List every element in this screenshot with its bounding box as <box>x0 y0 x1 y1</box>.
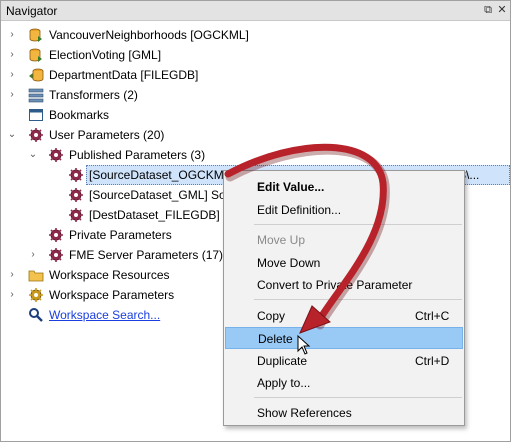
tree-item-label: Private Parameters <box>69 228 172 242</box>
reader-dataset-icon <box>29 28 42 42</box>
menu-item-show-references[interactable]: Show References <box>225 402 463 424</box>
tree-item-label: ElectionVoting [GML] <box>49 48 162 62</box>
menu-item-label: Edit Value... <box>257 180 325 194</box>
search-icon <box>29 308 43 322</box>
resources-icon <box>28 270 44 282</box>
menu-separator <box>254 224 462 225</box>
tree-item-user-parameters[interactable]: ⌄ User Parameters (20) <box>1 125 510 145</box>
tree-item-transformers[interactable]: › Transformers (2) <box>1 85 510 105</box>
menu-item-delete[interactable]: Delete <box>225 327 463 349</box>
parameters-gear-icon <box>69 208 83 222</box>
chevron-right-icon[interactable]: › <box>7 65 17 85</box>
tree-item-label: User Parameters (20) <box>49 128 165 142</box>
tree-item-bookmarks[interactable]: Bookmarks <box>1 105 510 125</box>
menu-item-copy[interactable]: Copy Ctrl+C <box>225 305 463 327</box>
tree-item-label: FME Server Parameters (17) <box>69 248 224 262</box>
tree-item-label: Workspace Resources <box>49 268 170 282</box>
menu-item-convert-to-private[interactable]: Convert to Private Parameter <box>225 274 463 296</box>
tree-item-writer-filegdb[interactable]: › DepartmentData [FILEGDB] <box>1 65 510 85</box>
bookmarks-icon <box>29 109 43 121</box>
parameters-gear-icon <box>49 248 63 262</box>
writer-dataset-icon <box>29 68 44 82</box>
close-icon[interactable]: ✕ <box>495 3 509 17</box>
parameters-gear-icon <box>29 128 43 142</box>
menu-item-label: Move Down <box>257 256 321 270</box>
tree-item-label: VancouverNeighborhoods [OGCKML] <box>49 28 249 42</box>
menu-item-label: Move Up <box>257 233 306 247</box>
menu-item-shortcut: Ctrl+D <box>415 354 450 368</box>
navigator-titlebar: Navigator ⧉ ✕ <box>1 1 510 21</box>
chevron-down-icon[interactable]: ⌄ <box>28 145 38 165</box>
parameters-gear-icon <box>49 148 63 162</box>
menu-item-label: Apply to... <box>257 376 311 390</box>
menu-item-label: Delete <box>258 332 293 346</box>
parameters-gear-icon <box>69 168 83 182</box>
tree-item-label: DepartmentData [FILEGDB] <box>49 68 199 82</box>
context-menu: Edit Value... Edit Definition... Move Up… <box>223 170 465 426</box>
menu-item-apply-to[interactable]: Apply to... <box>225 372 463 394</box>
parameters-gear-icon <box>29 288 43 302</box>
menu-item-shortcut: Ctrl+C <box>415 309 450 323</box>
transformers-icon <box>28 88 44 103</box>
chevron-right-icon[interactable]: › <box>7 85 17 105</box>
menu-separator <box>254 299 462 300</box>
menu-item-move-down[interactable]: Move Down <box>225 252 463 274</box>
menu-item-label: Convert to Private Parameter <box>257 278 413 292</box>
tree-item-reader-kml[interactable]: › VancouverNeighborhoods [OGCKML] <box>1 25 510 45</box>
tree-item-label: Transformers (2) <box>49 88 138 102</box>
tree-item-label: Workspace Parameters <box>49 288 175 302</box>
mouse-pointer-icon <box>297 335 311 355</box>
chevron-down-icon[interactable]: ⌄ <box>7 125 17 145</box>
chevron-right-icon[interactable]: › <box>7 25 17 45</box>
menu-separator <box>254 397 462 398</box>
menu-item-edit-value[interactable]: Edit Value... <box>225 176 463 198</box>
restore-icon[interactable]: ⧉ <box>481 3 495 17</box>
menu-item-label: Copy <box>257 309 286 323</box>
parameters-gear-icon <box>69 188 83 202</box>
menu-item-edit-definition[interactable]: Edit Definition... <box>225 199 463 221</box>
parameters-gear-icon <box>49 228 63 242</box>
chevron-right-icon[interactable]: › <box>7 285 17 305</box>
reader-dataset-icon <box>29 48 42 62</box>
tree-item-label: Bookmarks <box>49 108 110 122</box>
menu-item-duplicate[interactable]: Duplicate Ctrl+D <box>225 350 463 372</box>
menu-item-label: Edit Definition... <box>257 203 342 217</box>
chevron-right-icon[interactable]: › <box>7 45 17 65</box>
chevron-right-icon[interactable]: › <box>7 265 17 285</box>
tree-item-published-parameters[interactable]: ⌄ Published Parameters (3) <box>1 145 510 165</box>
workspace-search-link[interactable]: Workspace Search... <box>49 305 160 325</box>
tree-item-label: Published Parameters (3) <box>69 148 206 162</box>
chevron-right-icon[interactable]: › <box>28 245 38 265</box>
tree-item-reader-gml[interactable]: › ElectionVoting [GML] <box>1 45 510 65</box>
panel-title: Navigator <box>6 4 58 18</box>
menu-item-label: Show References <box>257 406 352 420</box>
menu-item-move-up[interactable]: Move Up <box>225 229 463 251</box>
